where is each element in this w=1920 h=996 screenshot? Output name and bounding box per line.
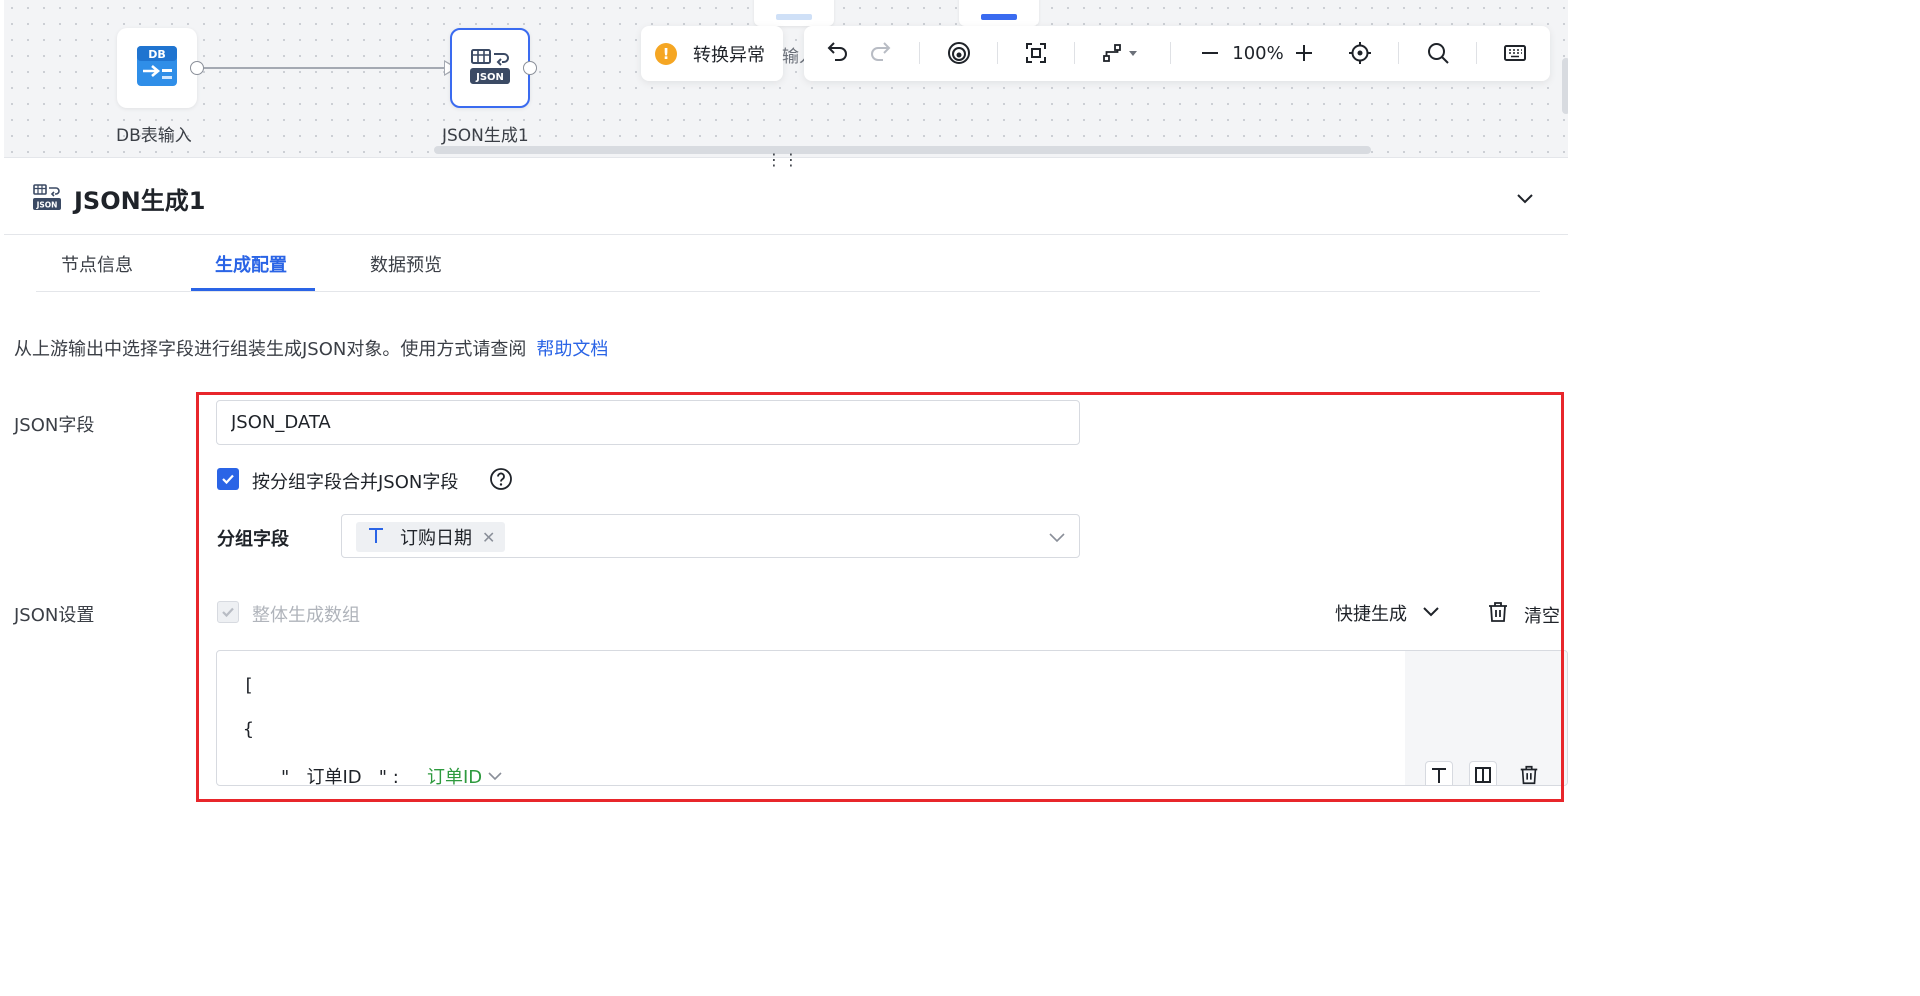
svg-text:DB: DB <box>148 48 166 61</box>
tab-generate-config[interactable]: 生成配置 <box>215 251 287 277</box>
zoom-level: 100% <box>1232 42 1284 64</box>
partial-node[interactable] <box>754 0 834 26</box>
json-generate-icon: JSON <box>32 183 62 215</box>
horizontal-scrollbar[interactable] <box>434 146 1371 154</box>
help-doc-link[interactable]: 帮助文档 <box>536 339 608 360</box>
output-port[interactable] <box>190 61 204 75</box>
fit-view-icon[interactable] <box>1022 39 1050 67</box>
json-editor[interactable]: [ { " 订单ID " : 订单ID <box>216 650 1568 786</box>
chevron-down-icon[interactable] <box>1047 527 1067 551</box>
quick-generate-label: 快捷生成 <box>1335 604 1407 625</box>
trash-icon <box>1486 600 1510 629</box>
node-db-table-input[interactable]: DB <box>117 28 197 108</box>
chevron-down-icon <box>488 772 502 781</box>
add-text-field-icon[interactable] <box>1425 761 1453 785</box>
description-text: 从上游输出中选择字段进行组装生成JSON对象。使用方式请查阅 <box>14 339 527 360</box>
flow-canvas[interactable]: DB DB表输入 JSON JSON生成1 ! 转换异常 输 100% <box>4 0 1568 158</box>
tab-node-info[interactable]: 节点信息 <box>61 251 133 277</box>
partial-node[interactable] <box>959 0 1039 26</box>
db-table-input-icon: DB <box>135 44 179 92</box>
clear-button[interactable]: 清空 <box>1486 600 1560 629</box>
panel-header: JSON JSON生成1 <box>4 159 1568 235</box>
layout-icon[interactable] <box>1100 39 1142 67</box>
tag-text: 订购日期 <box>400 528 472 549</box>
help-icon[interactable] <box>489 467 513 495</box>
json-value-text: 订单ID <box>427 767 483 786</box>
add-object-icon[interactable] <box>1469 761 1497 785</box>
array-checkbox-label: 整体生成数组 <box>252 605 360 626</box>
chevron-down-icon <box>1421 601 1441 626</box>
active-tab-indicator <box>191 288 315 291</box>
json-field-input[interactable] <box>216 400 1080 445</box>
json-key: " 订单ID " : <box>281 767 399 786</box>
locate-icon[interactable] <box>1346 39 1374 67</box>
config-description: 从上游输出中选择字段进行组装生成JSON对象。使用方式请查阅 帮助文档 <box>14 335 608 361</box>
redo-icon[interactable] <box>866 39 894 67</box>
json-badge-text: JSON <box>475 72 504 83</box>
conversion-warning[interactable]: ! 转换异常 <box>641 26 783 81</box>
group-field-select[interactable]: 订购日期 ✕ <box>341 514 1080 558</box>
clear-label: 清空 <box>1524 605 1560 627</box>
json-badge-text: JSON <box>36 201 58 210</box>
node-json-generate[interactable]: JSON <box>450 28 530 108</box>
connection-edge[interactable] <box>204 67 446 69</box>
selected-tag: 订购日期 ✕ <box>356 522 506 552</box>
json-generate-icon: JSON <box>468 44 512 92</box>
search-icon[interactable] <box>1424 39 1452 67</box>
node-label: DB表输入 <box>116 126 192 146</box>
preview-icon[interactable] <box>944 39 974 67</box>
zoom-out-icon[interactable] <box>1197 39 1223 67</box>
panel-title: JSON生成1 <box>74 187 206 215</box>
keyboard-icon[interactable] <box>1501 39 1529 67</box>
zoom-in-icon[interactable] <box>1291 39 1317 67</box>
clipped-node-label: 输入 <box>782 47 804 67</box>
warning-text: 转换异常 <box>693 44 765 66</box>
undo-icon[interactable] <box>824 39 852 67</box>
group-field-label: 分组字段 <box>217 529 289 550</box>
panel-tabs: 节点信息 生成配置 数据预览 <box>36 236 1540 292</box>
vertical-scrollbar[interactable] <box>1562 58 1568 114</box>
text-type-icon <box>366 525 386 549</box>
merge-checkbox-label: 按分组字段合并JSON字段 <box>252 472 459 493</box>
canvas-toolbar: 输入 100% <box>782 26 1550 81</box>
json-settings-label: JSON设置 <box>14 605 95 626</box>
node-label: JSON生成1 <box>442 126 529 146</box>
tab-data-preview[interactable]: 数据预览 <box>370 251 442 277</box>
code-line: [ <box>243 675 254 696</box>
json-field-label: JSON字段 <box>14 415 95 436</box>
quick-generate-button[interactable]: 快捷生成 <box>1335 600 1441 626</box>
json-value-select[interactable]: 订单ID <box>427 763 504 786</box>
close-icon[interactable]: ✕ <box>482 528 495 547</box>
array-checkbox[interactable] <box>217 601 239 623</box>
code-line: { <box>243 719 254 740</box>
output-port[interactable] <box>523 61 537 75</box>
chevron-down-icon[interactable] <box>1514 187 1536 213</box>
merge-checkbox[interactable] <box>217 468 239 490</box>
trash-icon[interactable] <box>1515 761 1543 785</box>
warning-icon: ! <box>655 42 677 65</box>
